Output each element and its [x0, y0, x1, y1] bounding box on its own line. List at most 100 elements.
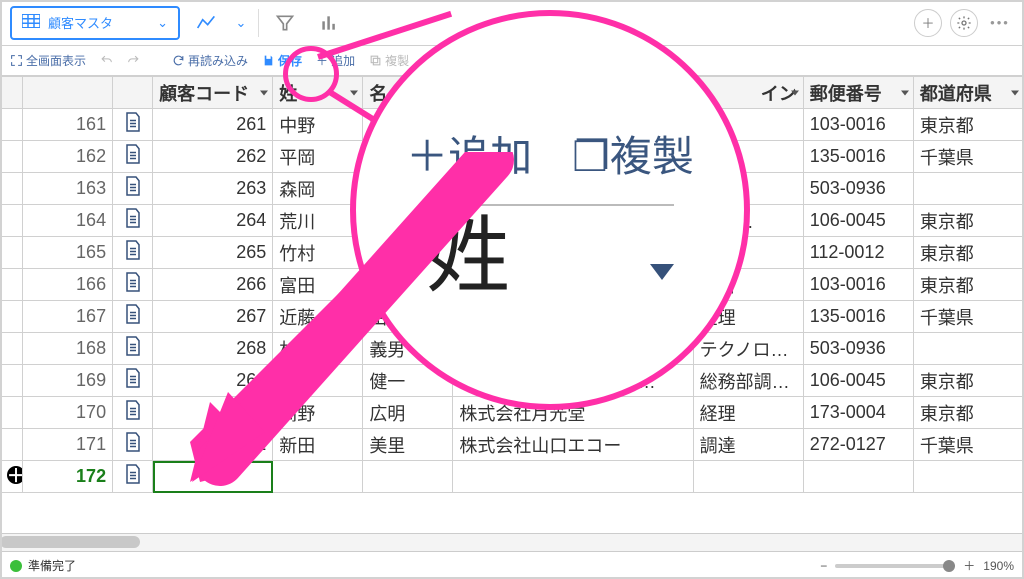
- cell-zip[interactable]: 103-0016: [803, 109, 913, 141]
- scrollbar-thumb[interactable]: [0, 536, 140, 548]
- header-row: 顧客コード 姓 名 客名 イン 郵便番号 都道府県: [1, 77, 1024, 109]
- cell-dept[interactable]: 経理: [693, 397, 803, 429]
- second-toolbar: 全画面表示 再読み込み 保存 ＋追加 複製 削除: [0, 46, 1024, 76]
- status-bar: 準備完了 − ＋ 190%: [0, 551, 1024, 579]
- cell-dept[interactable]: 経理: [693, 301, 803, 333]
- cell-pref[interactable]: 東京都: [913, 397, 1023, 429]
- row-number: 172: [23, 461, 113, 493]
- header-zip[interactable]: 郵便番号: [803, 77, 913, 109]
- row-number: 169: [23, 365, 113, 397]
- document-icon[interactable]: [124, 117, 142, 137]
- cell-dept[interactable]: 調達: [693, 429, 803, 461]
- filter-button[interactable]: [267, 6, 303, 40]
- document-icon[interactable]: [124, 149, 142, 169]
- cell-pref[interactable]: [913, 333, 1023, 365]
- cell-zip[interactable]: 106-0045: [803, 365, 913, 397]
- document-icon[interactable]: [124, 245, 142, 265]
- cell-zip[interactable]: 503-0936: [803, 173, 913, 205]
- cell-dept[interactable]: 経営: [693, 269, 803, 301]
- cell-zip[interactable]: 103-0016: [803, 269, 913, 301]
- delete-button[interactable]: 削除: [423, 52, 463, 69]
- toolbar-divider: [258, 9, 259, 37]
- reload-button[interactable]: 再読み込み: [172, 52, 248, 69]
- cell-sei[interactable]: 中野: [273, 109, 363, 141]
- cell-dept[interactable]: 部調…: [693, 205, 803, 237]
- cell-pref[interactable]: [913, 461, 1023, 493]
- delete-label: 削除: [439, 52, 463, 69]
- row-number: 163: [23, 173, 113, 205]
- header-doc: [113, 77, 153, 109]
- document-icon[interactable]: [124, 341, 142, 361]
- cell-dept[interactable]: 総務部調…: [693, 365, 803, 397]
- zoom-out-button[interactable]: −: [820, 559, 827, 573]
- duplicate-label: 複製: [385, 52, 409, 69]
- chart-line-button[interactable]: [188, 6, 224, 40]
- cell-company[interactable]: [453, 109, 693, 141]
- document-icon[interactable]: [124, 309, 142, 329]
- cell-zip[interactable]: 106-0045: [803, 205, 913, 237]
- fullscreen-button[interactable]: 全画面表示: [10, 52, 86, 69]
- zoom-value: 190%: [983, 559, 1014, 573]
- reload-label: 再読み込み: [188, 52, 248, 69]
- document-icon[interactable]: [124, 277, 142, 297]
- cell-pref[interactable]: 千葉県: [913, 301, 1023, 333]
- cell-pref[interactable]: 東京都: [913, 109, 1023, 141]
- redo-button[interactable]: [127, 54, 140, 67]
- cell-dept[interactable]: [693, 461, 803, 493]
- bar-chart-button[interactable]: [311, 6, 347, 40]
- table-row[interactable]: 161261中野季雄103-0016東京都: [1, 109, 1024, 141]
- undo-button[interactable]: [100, 54, 113, 67]
- document-icon[interactable]: [124, 373, 142, 393]
- add-row-plus-button[interactable]: ＋: [7, 466, 23, 484]
- cell-zip[interactable]: 135-0016: [803, 301, 913, 333]
- cell-dept[interactable]: [693, 109, 803, 141]
- header-rownum: [23, 77, 113, 109]
- cell-zip[interactable]: 272-0127: [803, 429, 913, 461]
- zoom-in-button[interactable]: ＋: [963, 557, 975, 574]
- cell-zip[interactable]: 173-0004: [803, 397, 913, 429]
- cell-code[interactable]: 261: [153, 109, 273, 141]
- document-icon[interactable]: [124, 437, 142, 457]
- row-number: 164: [23, 205, 113, 237]
- cell-pref[interactable]: 千葉県: [913, 141, 1023, 173]
- header-code[interactable]: 顧客コード: [153, 77, 273, 109]
- header-company[interactable]: 客名: [453, 77, 693, 109]
- horizontal-scrollbar[interactable]: [0, 533, 1024, 551]
- row-number: 168: [23, 333, 113, 365]
- cell-pref[interactable]: 千葉県: [913, 429, 1023, 461]
- cell-dept[interactable]: ロ…: [693, 173, 803, 205]
- cell-pref[interactable]: 東京都: [913, 365, 1023, 397]
- cell-pref[interactable]: 東京都: [913, 237, 1023, 269]
- cell-zip[interactable]: 112-0012: [803, 237, 913, 269]
- document-icon[interactable]: [124, 405, 142, 425]
- duplicate-button[interactable]: 複製: [369, 52, 409, 69]
- cell-zip[interactable]: 135-0016: [803, 141, 913, 173]
- search-button[interactable]: [477, 54, 490, 67]
- master-table-label: 顧客マスタ: [48, 13, 113, 32]
- chart-dropdown[interactable]: ⌄: [232, 6, 250, 40]
- status-text: 準備完了: [28, 557, 76, 574]
- cell-zip[interactable]: 503-0936: [803, 333, 913, 365]
- zoom-slider[interactable]: [835, 564, 955, 568]
- cell-pref[interactable]: 東京都: [913, 269, 1023, 301]
- cell-dept[interactable]: テクノロ…: [693, 333, 803, 365]
- settings-button[interactable]: [950, 9, 978, 37]
- master-table-selector[interactable]: 顧客マスタ ⌄: [10, 6, 180, 40]
- row-number: 162: [23, 141, 113, 173]
- document-icon[interactable]: [124, 181, 142, 201]
- add-view-button[interactable]: ＋: [914, 9, 942, 37]
- row-number: 165: [23, 237, 113, 269]
- document-icon[interactable]: [124, 469, 142, 489]
- cell-zip[interactable]: [803, 461, 913, 493]
- document-icon[interactable]: [124, 213, 142, 233]
- header-dept[interactable]: イン: [693, 77, 803, 109]
- cell-pref[interactable]: [913, 173, 1023, 205]
- header-mei[interactable]: 名: [363, 77, 453, 109]
- callout-arrow: [180, 152, 520, 492]
- more-menu-button[interactable]: •••: [986, 9, 1014, 37]
- cell-dept[interactable]: [693, 237, 803, 269]
- cell-pref[interactable]: 東京都: [913, 205, 1023, 237]
- header-pref[interactable]: 都道府県: [913, 77, 1023, 109]
- row-number: 166: [23, 269, 113, 301]
- cell-dept[interactable]: [693, 141, 803, 173]
